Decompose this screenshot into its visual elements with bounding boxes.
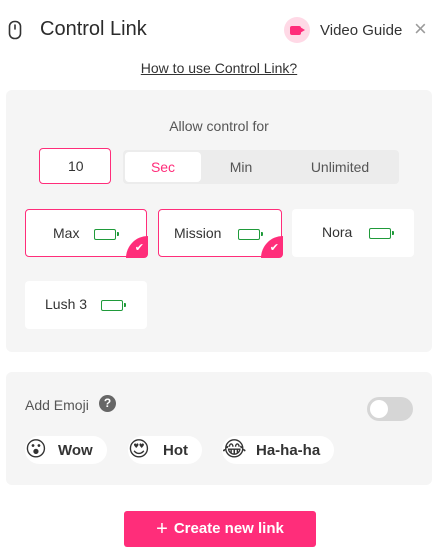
header: Control Link Video Guide × xyxy=(0,0,438,60)
battery-icon xyxy=(369,228,394,239)
close-icon[interactable]: × xyxy=(414,17,427,41)
checkmark-icon: ✔ xyxy=(261,236,283,258)
page-title: Control Link xyxy=(40,18,147,40)
toy-card-lush-3[interactable]: Lush 3 xyxy=(25,281,147,329)
plus-icon: + xyxy=(156,518,168,540)
help-icon[interactable]: ? xyxy=(99,395,116,412)
video-guide-link[interactable]: Video Guide xyxy=(320,22,402,39)
checkmark-icon: ✔ xyxy=(126,236,148,258)
video-camera-icon[interactable] xyxy=(284,17,310,43)
emoji-chip-wow[interactable]: 😮 Wow xyxy=(25,436,107,464)
unit-unlimited[interactable]: Unlimited xyxy=(281,150,399,184)
allow-control-label: Allow control for xyxy=(169,118,269,134)
emoji-chip-ha-ha-ha[interactable]: 😂 Ha-ha-ha xyxy=(222,436,334,464)
toy-card-nora[interactable]: Nora xyxy=(292,209,414,257)
laughing-emoji-icon: 😂 xyxy=(222,438,247,461)
toy-card-mission[interactable]: Mission ✔ xyxy=(158,209,283,258)
wow-emoji-icon: 😮 xyxy=(25,438,47,461)
emoji-chip-label: Ha-ha-ha xyxy=(256,442,321,459)
toy-name: Lush 3 xyxy=(45,296,88,312)
battery-icon xyxy=(94,229,119,240)
unit-sec[interactable]: Sec xyxy=(125,152,201,182)
toy-name: Max xyxy=(53,225,80,241)
heart-eyes-emoji-icon: 😍 xyxy=(128,438,150,461)
emoji-chip-label: Hot xyxy=(163,442,188,459)
add-emoji-label: Add Emoji xyxy=(25,397,89,413)
battery-icon xyxy=(101,300,126,311)
toy-name: Nora xyxy=(322,224,353,240)
time-unit-selector: Sec Min Unlimited xyxy=(123,150,399,184)
emoji-toggle[interactable] xyxy=(367,397,413,421)
toy-name: Mission xyxy=(174,225,222,241)
toggle-knob xyxy=(370,400,388,418)
remote-icon xyxy=(8,20,22,40)
toy-card-max[interactable]: Max ✔ xyxy=(25,209,148,258)
emoji-panel: Add Emoji ? 😮 Wow 😍 Hot 😂 Ha-ha-ha xyxy=(6,372,432,485)
emoji-chip-hot[interactable]: 😍 Hot xyxy=(128,436,202,464)
control-panel: Allow control for Sec Min Unlimited Max … xyxy=(6,90,432,352)
unit-min[interactable]: Min xyxy=(203,150,279,184)
how-to-link[interactable]: How to use Control Link? xyxy=(0,60,438,76)
create-button-label: Create new link xyxy=(173,520,284,537)
emoji-chip-label: Wow xyxy=(58,442,93,459)
battery-icon xyxy=(238,229,263,240)
duration-input[interactable] xyxy=(39,148,111,184)
create-new-link-button[interactable]: + Create new link xyxy=(124,511,316,547)
